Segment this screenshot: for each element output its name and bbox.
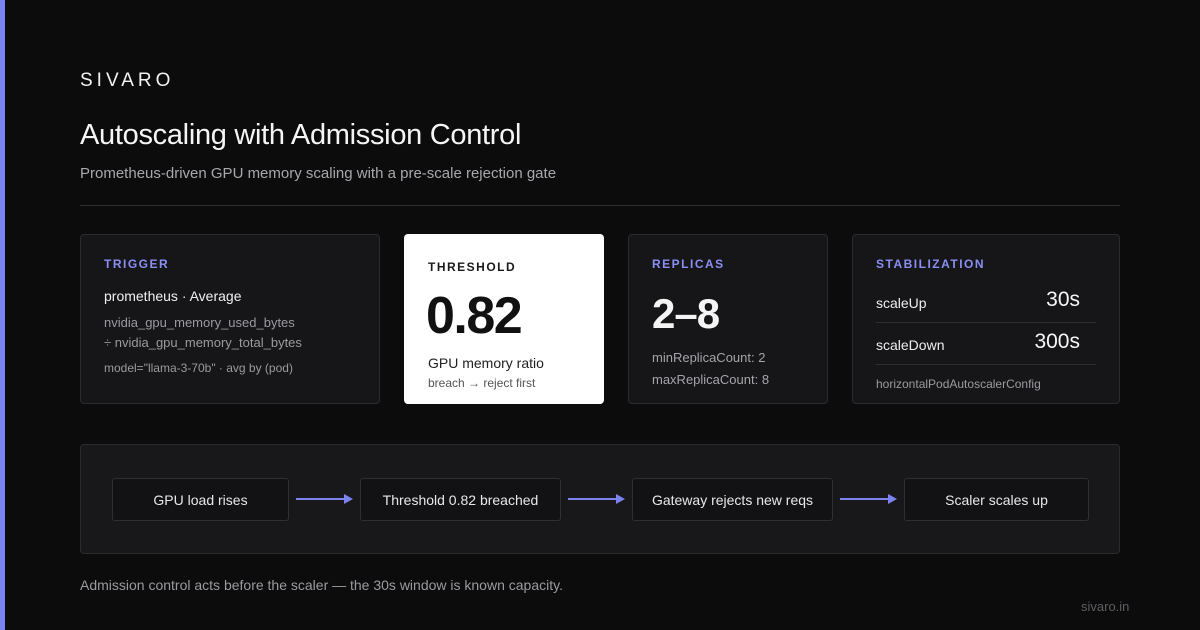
threshold-caption: GPU memory ratio <box>428 355 544 371</box>
trigger-query-filter: model="llama-3-70b" · avg by (pod) <box>104 361 293 375</box>
replicas-min: minReplicaCount: 2 <box>652 350 766 365</box>
flow-step-scaler: Scaler scales up <box>904 478 1089 521</box>
stabilization-row-scaleup: scaleUp 30s <box>876 281 1096 323</box>
trigger-query-line: nvidia_gpu_memory_used_bytes <box>104 315 295 330</box>
footnote: Admission control acts before the scaler… <box>80 577 563 593</box>
threshold-value: 0.82 <box>426 287 523 345</box>
threshold-label: THRESHOLD <box>428 260 517 274</box>
stabilization-label: STABILIZATION <box>876 257 986 271</box>
flow-step-gateway: Gateway rejects new reqs <box>632 478 833 521</box>
row-key: scaleUp <box>876 295 927 311</box>
stabilization-row-scaledown: scaleDown 300s <box>876 323 1096 365</box>
replicas-max: maxReplicaCount: 8 <box>652 372 770 387</box>
accent-bar <box>0 0 5 630</box>
page-subtitle: Prometheus-driven GPU memory scaling wit… <box>80 165 557 182</box>
arrow-right-icon <box>840 494 897 504</box>
flow-step-gpu-load: GPU load rises <box>112 478 289 521</box>
trigger-source: prometheus · Average <box>104 288 242 304</box>
divider <box>80 205 1120 206</box>
replicas-label: REPLICAS <box>652 257 725 271</box>
threshold-note: breach → reject first <box>428 376 536 390</box>
brand-logo: SIVARO <box>80 70 175 91</box>
replicas-value: 2–8 <box>652 290 720 337</box>
stabilization-footer: horizontalPodAutoscalerConfig <box>876 377 1041 391</box>
flow-step-threshold: Threshold 0.82 breached <box>360 478 561 521</box>
row-value: 300s <box>1034 330 1080 353</box>
arrow-right-icon <box>296 494 353 504</box>
trigger-card: TRIGGER prometheus · Average nvidia_gpu_… <box>80 234 380 404</box>
trigger-query-line: ÷ nvidia_gpu_memory_total_bytes <box>104 335 302 350</box>
row-key: scaleDown <box>876 337 945 353</box>
stabilization-card: STABILIZATION scaleUp 30s scaleDown 300s… <box>852 234 1120 404</box>
row-value: 30s <box>1046 288 1080 311</box>
site-url: sivaro.in <box>1081 599 1130 614</box>
page-title: Autoscaling with Admission Control <box>80 119 522 151</box>
threshold-card: THRESHOLD 0.82 GPU memory ratio breach →… <box>404 234 604 404</box>
arrow-right-icon <box>568 494 625 504</box>
replicas-card: REPLICAS 2–8 minReplicaCount: 2 maxRepli… <box>628 234 828 404</box>
flow-diagram: GPU load rises Threshold 0.82 breached G… <box>80 444 1120 554</box>
trigger-label: TRIGGER <box>104 257 170 271</box>
